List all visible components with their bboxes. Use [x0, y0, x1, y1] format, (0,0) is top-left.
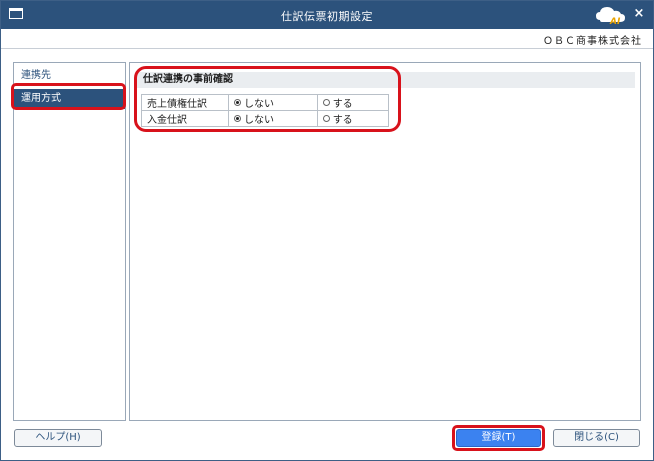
radio-unchecked-icon [322, 115, 330, 122]
radio-checked-icon [234, 115, 241, 122]
close-button[interactable]: 閉じる(C) [553, 429, 640, 447]
option-label: しない [244, 115, 274, 126]
ai-cloud-logo-icon: AI [596, 7, 625, 27]
table-row: 入金仕訳 しない する [141, 110, 390, 127]
help-button[interactable]: ヘルプ(H) [14, 429, 102, 447]
options-table: 売上債権仕訳 しない する 入金仕訳 しない する [141, 94, 390, 127]
row-label-sales-receivable: 売上債権仕訳 [141, 94, 229, 111]
window-title: 仕訳伝票初期設定 [281, 10, 373, 23]
content-panel: 仕訳連携の事前確認 売上債権仕訳 しない する 入金仕訳 しない する [129, 62, 641, 421]
company-name: ＯＢＣ商事株式会社 [543, 36, 642, 47]
ai-logo-text: AI [609, 17, 621, 27]
sidebar-item-partner[interactable]: 連携先 [14, 66, 125, 86]
option-label: する [332, 115, 353, 126]
sidebar-item-label: 運用方式 [21, 93, 61, 104]
radio-checked-icon [234, 99, 241, 106]
settings-window: 仕訳伝票初期設定 AI × ＯＢＣ商事株式会社 連携先 運用方式 仕訳連携の事前… [0, 0, 654, 461]
close-icon[interactable]: × [632, 6, 646, 22]
sales-receivable-no-radio[interactable]: しない [234, 95, 274, 110]
register-button[interactable]: 登録(T) [456, 429, 541, 447]
sidebar: 連携先 運用方式 [13, 62, 126, 421]
company-bar: ＯＢＣ商事株式会社 [1, 29, 653, 49]
radio-unchecked-icon [322, 99, 330, 106]
row-label-payment-receipt: 入金仕訳 [141, 110, 229, 127]
payment-receipt-yes-radio[interactable]: する [322, 111, 353, 126]
sales-receivable-yes-radio[interactable]: する [322, 95, 353, 110]
table-row: 売上債権仕訳 しない する [141, 94, 390, 111]
option-label: する [332, 99, 353, 110]
sidebar-item-operation-method[interactable]: 運用方式 [14, 89, 125, 109]
payment-receipt-no-radio[interactable]: しない [234, 111, 274, 126]
title-bar: 仕訳伝票初期設定 AI × [1, 1, 653, 29]
option-label: しない [244, 99, 274, 110]
section-title: 仕訳連携の事前確認 [135, 72, 635, 88]
sidebar-item-label: 連携先 [21, 70, 51, 81]
